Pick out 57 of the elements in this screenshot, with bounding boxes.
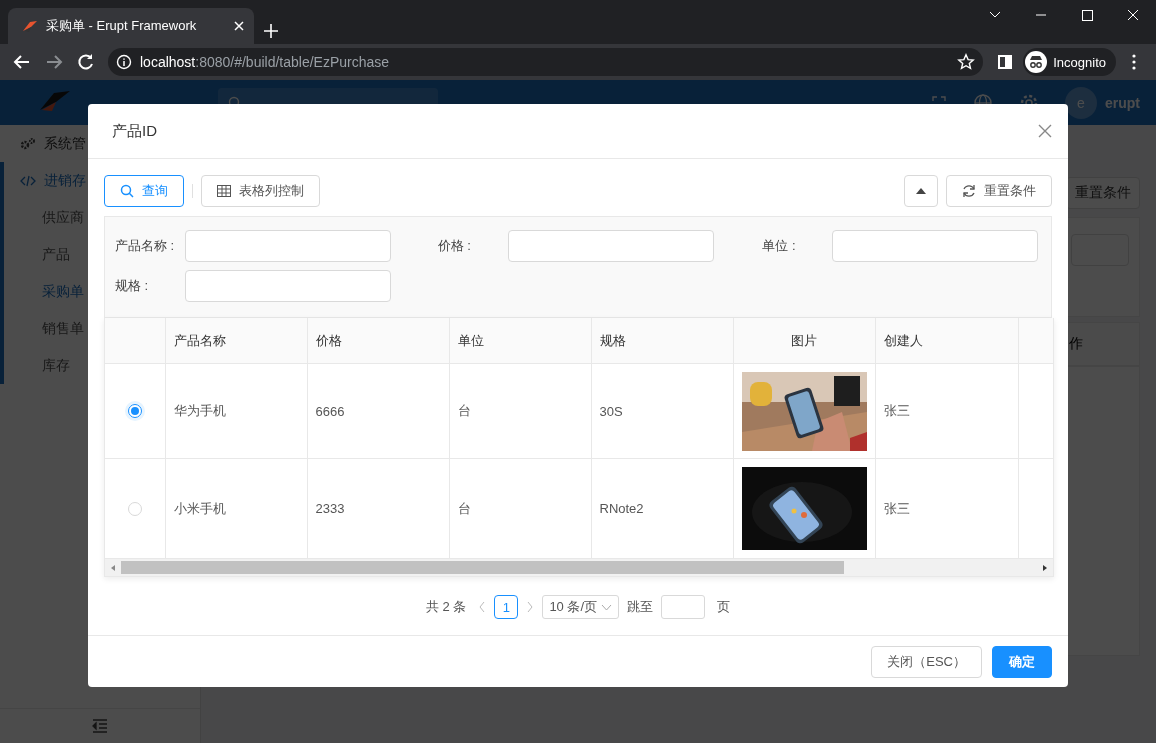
jump-label: 跳至	[627, 598, 654, 616]
page-number[interactable]: 1	[494, 595, 519, 619]
query-button[interactable]: 查询	[104, 175, 184, 207]
previous-page-icon[interactable]	[478, 601, 487, 613]
triangle-up-icon	[915, 187, 927, 195]
star-icon[interactable]	[957, 53, 976, 71]
incognito-icon	[1025, 51, 1048, 73]
input-field[interactable]	[507, 230, 714, 262]
input-field[interactable]	[185, 230, 391, 262]
table-cell: 台	[449, 458, 591, 559]
filter-label: 单位 :	[762, 237, 797, 255]
logo-icon	[22, 18, 38, 34]
table-cell: 6666	[307, 363, 449, 459]
column-control-button[interactable]: 表格列控制	[201, 175, 320, 207]
search-icon	[120, 184, 134, 198]
filter-label: 规格 :	[115, 277, 150, 295]
table-icon	[217, 185, 231, 197]
table-cell: 30S	[591, 363, 733, 459]
total-count: 共 2 条	[425, 598, 467, 616]
table-cell: 台	[449, 363, 591, 459]
filter-label: 产品名称 :	[115, 237, 176, 255]
next-page-icon[interactable]	[526, 601, 535, 613]
collapse-button[interactable]	[904, 175, 938, 207]
table-cell: 张三	[875, 458, 1018, 559]
info-icon[interactable]	[116, 54, 132, 70]
confirm-button[interactable]: 确定	[992, 646, 1052, 678]
scroll-left-icon[interactable]	[109, 563, 117, 572]
radio-button[interactable]	[127, 404, 142, 418]
scroll-right-icon[interactable]	[1041, 563, 1049, 572]
column-header: 产品名称	[165, 318, 307, 364]
page-label: 页	[717, 598, 731, 616]
browser-tab[interactable]: 采购单 - Erupt Framework	[8, 8, 254, 44]
new-tab-icon[interactable]	[264, 24, 278, 38]
column-header: 单位	[449, 318, 591, 364]
dialog-title: 产品ID	[112, 121, 158, 141]
table-cell: 小米手机	[165, 458, 307, 559]
horizontal-scrollbar[interactable]	[105, 559, 1053, 576]
input-field[interactable]	[185, 270, 391, 302]
column-header: 创建人	[875, 318, 1018, 364]
profile-button[interactable]: Incognito	[1023, 48, 1116, 76]
page-input[interactable]	[661, 595, 706, 619]
chevron-down-icon	[601, 603, 613, 611]
close-button[interactable]: 关闭（ESC）	[871, 646, 982, 678]
page-size-select[interactable]: 10 条/页	[542, 595, 620, 619]
table-cell: 华为手机	[165, 363, 307, 459]
column-header: 价格	[307, 318, 449, 364]
reset-button[interactable]: 重置条件	[946, 175, 1052, 207]
user-name[interactable]: erupt	[1105, 94, 1140, 111]
filter-label: 价格 :	[437, 237, 472, 255]
input-field[interactable]	[832, 230, 1039, 262]
table-cell: 张三	[875, 363, 1018, 459]
column-header: 规格	[591, 318, 733, 364]
tab-title: 采购单 - Erupt Framework	[46, 17, 198, 35]
table-cell: 2333	[307, 458, 449, 559]
refresh-icon	[962, 184, 976, 198]
column-header: 图片	[733, 318, 875, 364]
table-cell: RNote2	[591, 458, 733, 559]
